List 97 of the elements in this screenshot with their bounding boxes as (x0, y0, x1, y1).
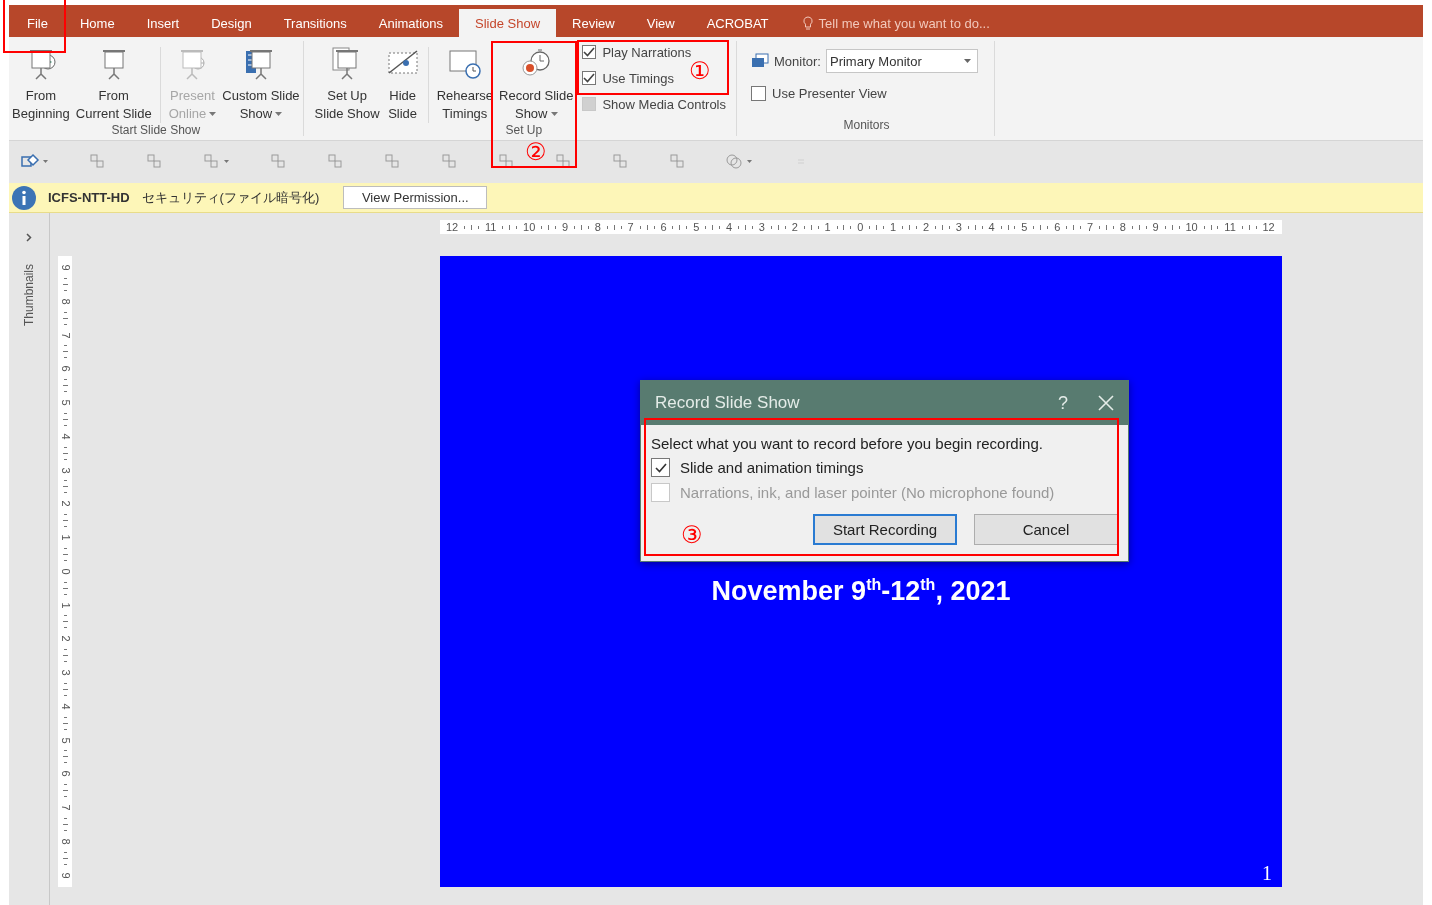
caret-icon (964, 59, 971, 63)
ruler-number: 7 (1087, 221, 1094, 233)
ruler-number: 2 (59, 500, 71, 507)
ruler-number: 3 (59, 669, 71, 676)
ruler-number: 0 (59, 568, 71, 575)
ruler-number: 5 (1021, 221, 1028, 233)
annotation-number: ② (525, 140, 547, 164)
ribbon-tab[interactable]: Insert (130, 9, 196, 37)
ruler-number: 12 (446, 221, 459, 233)
ruler-number: 6 (59, 365, 71, 372)
checkbox[interactable]: Use Presenter View (751, 83, 978, 103)
ruler-number: 9 (59, 264, 71, 271)
thumbnails-label[interactable]: Thumbnails (22, 264, 36, 326)
tell-me-field[interactable]: Tell me what you want to do... (784, 9, 990, 37)
ribbon-button[interactable]: Record Slide Show (496, 41, 577, 123)
group-label: Monitors (843, 118, 890, 134)
ruler-number: 8 (59, 838, 71, 845)
ruler-number: 3 (955, 221, 962, 233)
ruler-number: 0 (857, 221, 864, 233)
annotation-number: ③ (681, 523, 703, 547)
ribbon-button[interactable]: From Beginning (9, 41, 73, 123)
ribbon-tab[interactable]: ACROBAT (690, 9, 785, 37)
ruler-number: 2 (59, 635, 71, 642)
merge-shapes-icon[interactable] (725, 152, 753, 170)
ribbon-tab[interactable]: Home (63, 9, 131, 37)
ribbon-tab[interactable]: Slide Show (459, 9, 557, 37)
ruler-number: 5 (59, 736, 71, 744)
monitors-icon (751, 53, 769, 69)
checkmark-icon (583, 73, 596, 83)
shape-icon[interactable] (21, 152, 49, 170)
ruler-number: 8 (59, 298, 71, 305)
ruler-number: 6 (660, 221, 667, 233)
ruler-number: 1 (890, 221, 897, 233)
ruler-number: 3 (59, 466, 71, 474)
ruler-number: 5 (693, 221, 700, 233)
slide-subtitle: November 9$^{th}$-12$^{th}$, 2021 (711, 576, 1011, 607)
checkmark-icon (583, 47, 596, 57)
ruler-number: 7 (627, 221, 634, 233)
ribbon-tab[interactable]: Transitions (267, 9, 363, 37)
annotation-frame (3, 0, 66, 53)
view-permission-button[interactable]: View Permission... (343, 186, 488, 209)
ruler-number: 1 (824, 221, 831, 233)
dialog-instruction: Select what you want to record before you begin recording. (651, 435, 1044, 452)
ribbon-button[interactable]: Hide Slide (382, 41, 423, 123)
account-name: ICFS-NTT-HD (48, 190, 130, 205)
ribbon-button[interactable]: Rehearse Timings (433, 41, 496, 123)
ruler-number: 10 (523, 221, 536, 233)
ruler-number: 11 (484, 221, 497, 233)
ruler-number: 9 (59, 871, 71, 879)
help-button[interactable]: ? (1048, 392, 1078, 414)
checkmark-icon (654, 462, 667, 473)
annotation-number: ① (689, 59, 711, 83)
slide-number: 1 (1262, 862, 1272, 885)
group-label: Start Slide Show (111, 123, 201, 137)
ruler-number: 3 (758, 221, 765, 233)
checkbox[interactable]: Play Narrations (582, 42, 726, 62)
ruler-number: 11 (1224, 221, 1236, 233)
ruler-number: 5 (59, 399, 71, 406)
ruler-number: 7 (59, 331, 71, 339)
ruler-number: 7 (59, 804, 71, 811)
monitor-select[interactable]: Primary Monitor (826, 49, 978, 73)
ruler-number: 4 (726, 221, 733, 233)
ruler-number: 2 (922, 221, 930, 233)
dialog-button[interactable]: Start Recording (813, 514, 957, 545)
lightbulb-icon (802, 15, 813, 31)
ruler-number: 2 (791, 221, 798, 233)
ribbon-tab[interactable]: Review (556, 9, 631, 37)
ribbon-tab[interactable]: View (630, 9, 691, 37)
ruler-number: 4 (59, 703, 71, 710)
screen-clock-icon (447, 47, 482, 81)
ribbon-tab[interactable]: Animations (362, 9, 460, 37)
ruler-number: 1 (59, 534, 71, 541)
monitor-label: Monitor: (774, 53, 821, 69)
info-message: セキュリティ(ファイル暗号化) (141, 188, 320, 207)
ribbon-tab[interactable]: File (11, 9, 64, 37)
ribbon-button[interactable]: From Current Slide (72, 41, 155, 123)
chevron-right-icon[interactable] (26, 233, 32, 242)
ruler-number: 1 (59, 601, 71, 609)
ribbon-button[interactable]: Custom Slide Show (219, 41, 303, 123)
group-label: Set Up (505, 123, 543, 137)
ruler-number: 6 (59, 770, 71, 777)
ribbon-button[interactable]: Set Up Slide Show (311, 41, 383, 123)
ruler-number: 9 (1152, 221, 1159, 233)
ruler-number: 4 (59, 433, 71, 440)
option-checkbox[interactable]: Slide and animation timings (651, 458, 1118, 477)
ruler-number: 12 (1262, 221, 1275, 233)
ruler-number: 8 (594, 221, 601, 233)
ruler-number: 9 (562, 221, 569, 233)
close-button[interactable] (1098, 395, 1114, 411)
ruler-number: 10 (1185, 221, 1198, 233)
info-icon (12, 185, 36, 210)
ruler-number: 6 (1054, 221, 1061, 233)
ruler-number: 4 (988, 221, 995, 233)
ribbon-tab[interactable]: Design (195, 9, 268, 37)
dialog-button[interactable]: Cancel (974, 514, 1118, 545)
ruler-number: 8 (1119, 221, 1126, 233)
dialog-title: Record Slide Show (655, 393, 801, 413)
